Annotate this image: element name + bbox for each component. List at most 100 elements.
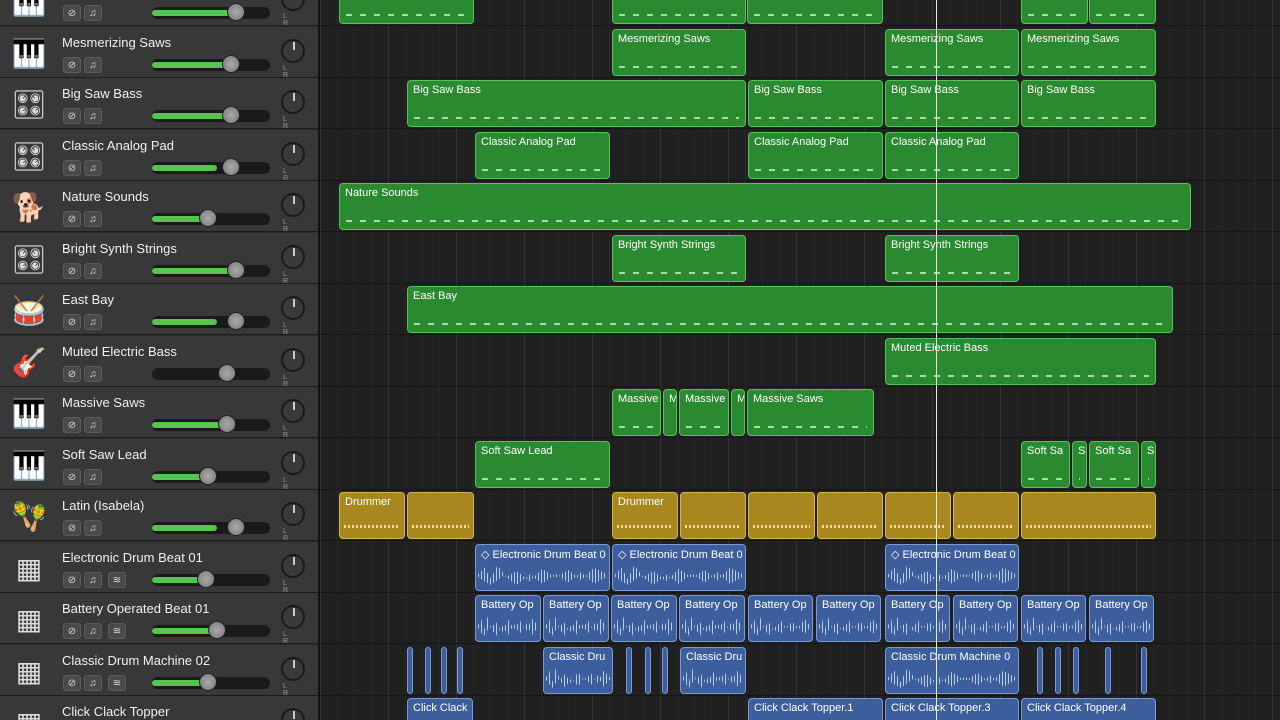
pan-knob[interactable] bbox=[281, 193, 305, 217]
audio-region[interactable]: Click Clack Topper.1 bbox=[748, 698, 883, 720]
mute-button[interactable]: ⊘ bbox=[63, 108, 81, 124]
audio-region[interactable] bbox=[1037, 647, 1043, 694]
audio-region[interactable] bbox=[1055, 647, 1061, 694]
audio-region[interactable]: Click Clack Topper.3 bbox=[885, 698, 1019, 720]
volume-knob[interactable] bbox=[227, 312, 245, 330]
mute-button[interactable]: ⊘ bbox=[63, 263, 81, 279]
track-header[interactable]: ▦ Battery Operated Beat 01 ⊘ ♫ ≋ L R bbox=[0, 593, 318, 645]
mute-button[interactable]: ⊘ bbox=[63, 5, 81, 21]
audio-region[interactable]: Battery Op bbox=[543, 595, 609, 642]
mute-button[interactable]: ⊘ bbox=[63, 623, 81, 639]
drummer-region[interactable] bbox=[1021, 492, 1156, 539]
volume-knob[interactable] bbox=[222, 55, 240, 73]
headphones-icon[interactable]: ♫ bbox=[84, 5, 102, 21]
headphones-icon[interactable]: ♫ bbox=[84, 675, 102, 691]
track-header[interactable]: 🎹 ⊘ ♫ L R bbox=[0, 0, 318, 27]
midi-region[interactable]: Big Saw Bass bbox=[407, 80, 746, 127]
mute-button[interactable]: ⊘ bbox=[63, 675, 81, 691]
mute-button[interactable]: ⊘ bbox=[63, 57, 81, 73]
drummer-region[interactable] bbox=[748, 492, 815, 539]
headphones-icon[interactable]: ♫ bbox=[84, 417, 102, 433]
audio-region[interactable]: Click Clack bbox=[407, 698, 473, 720]
midi-region[interactable]: Soft Sa bbox=[1021, 441, 1070, 488]
midi-region[interactable]: Mesmerizing Saws bbox=[885, 29, 1019, 76]
headphones-icon[interactable]: ♫ bbox=[84, 572, 102, 588]
volume-knob[interactable] bbox=[227, 3, 245, 21]
track-name[interactable]: Massive Saws bbox=[62, 395, 145, 410]
midi-region[interactable]: Classic Analog Pad bbox=[748, 132, 883, 179]
volume-knob[interactable] bbox=[197, 570, 215, 588]
audio-region[interactable] bbox=[626, 647, 632, 694]
midi-region[interactable]: Muted Electric Bass bbox=[885, 338, 1156, 385]
drummer-region[interactable] bbox=[407, 492, 474, 539]
audio-region[interactable]: ◇ Electronic Drum Beat 0 bbox=[475, 544, 610, 591]
volume-knob[interactable] bbox=[218, 415, 236, 433]
playhead[interactable] bbox=[936, 0, 937, 720]
audio-region[interactable]: Battery Op bbox=[475, 595, 541, 642]
audio-region[interactable]: ◇ Electronic Drum Beat 0 bbox=[612, 544, 746, 591]
audio-region[interactable]: Classic Drum Machine 0 bbox=[885, 647, 1019, 694]
midi-region[interactable] bbox=[1021, 0, 1088, 24]
volume-knob[interactable] bbox=[227, 518, 245, 536]
midi-region[interactable]: Massive bbox=[612, 389, 661, 436]
pan-knob[interactable] bbox=[281, 554, 305, 578]
midi-region[interactable]: Classic Analog Pad bbox=[885, 132, 1019, 179]
midi-region[interactable]: Soft Sa bbox=[1089, 441, 1139, 488]
midi-region[interactable]: Mesmerizing Saws bbox=[612, 29, 746, 76]
audio-region[interactable] bbox=[441, 647, 447, 694]
audio-region[interactable]: Battery Op bbox=[748, 595, 813, 642]
volume-slider[interactable] bbox=[152, 368, 270, 380]
pan-knob[interactable] bbox=[281, 502, 305, 526]
arrangement-area[interactable]: Mesmerizing Saws Mesmerizing Saws Mesmeriz… bbox=[320, 0, 1280, 720]
input-monitor-icon[interactable]: ≋ bbox=[108, 675, 126, 691]
track-name[interactable]: Big Saw Bass bbox=[62, 86, 142, 101]
midi-region[interactable]: Mesmerizing Saws bbox=[1021, 29, 1156, 76]
pan-knob[interactable] bbox=[281, 90, 305, 114]
drummer-region[interactable] bbox=[953, 492, 1019, 539]
headphones-icon[interactable]: ♫ bbox=[84, 623, 102, 639]
mute-button[interactable]: ⊘ bbox=[63, 520, 81, 536]
pan-knob[interactable] bbox=[281, 451, 305, 475]
track-lane[interactable] bbox=[320, 542, 1280, 593]
volume-slider[interactable] bbox=[152, 162, 270, 174]
mute-button[interactable]: ⊘ bbox=[63, 314, 81, 330]
track-name[interactable]: Bright Synth Strings bbox=[62, 241, 177, 256]
track-header[interactable]: 🥁 East Bay ⊘ ♫ L R bbox=[0, 284, 318, 336]
audio-region[interactable]: Classic Dru bbox=[543, 647, 613, 694]
track-header[interactable]: 🎛 Bright Synth Strings ⊘ ♫ L R bbox=[0, 233, 318, 285]
midi-region[interactable]: Bright Synth Strings bbox=[885, 235, 1019, 282]
volume-knob[interactable] bbox=[227, 261, 245, 279]
audio-region[interactable]: Click Clack Topper.4 bbox=[1021, 698, 1156, 720]
audio-region[interactable] bbox=[662, 647, 668, 694]
track-lane[interactable] bbox=[320, 645, 1280, 696]
volume-knob[interactable] bbox=[199, 467, 217, 485]
track-name[interactable]: Soft Saw Lead bbox=[62, 447, 147, 462]
track-name[interactable]: Classic Analog Pad bbox=[62, 138, 174, 153]
drummer-region[interactable] bbox=[885, 492, 951, 539]
track-header[interactable]: ▦ Electronic Drum Beat 01 ⊘ ♫ ≋ L R bbox=[0, 542, 318, 594]
track-name[interactable]: Muted Electric Bass bbox=[62, 344, 177, 359]
volume-slider[interactable] bbox=[152, 316, 270, 328]
track-name[interactable]: East Bay bbox=[62, 292, 114, 307]
mute-button[interactable]: ⊘ bbox=[63, 469, 81, 485]
pan-knob[interactable] bbox=[281, 39, 305, 63]
drummer-region[interactable]: Drummer bbox=[612, 492, 678, 539]
volume-knob[interactable] bbox=[222, 158, 240, 176]
audio-region[interactable]: Battery Op bbox=[679, 595, 745, 642]
audio-region[interactable]: Classic Dru bbox=[680, 647, 746, 694]
audio-region[interactable]: Battery Op bbox=[816, 595, 881, 642]
volume-knob[interactable] bbox=[218, 364, 236, 382]
volume-slider[interactable] bbox=[152, 59, 270, 71]
midi-region[interactable] bbox=[339, 0, 474, 24]
track-header[interactable]: 🎛 Classic Analog Pad ⊘ ♫ L R bbox=[0, 130, 318, 182]
track-header[interactable]: 🐕 Nature Sounds ⊘ ♫ L R bbox=[0, 181, 318, 233]
mute-button[interactable]: ⊘ bbox=[63, 160, 81, 176]
track-lane[interactable] bbox=[320, 233, 1280, 284]
volume-slider[interactable] bbox=[152, 522, 270, 534]
pan-knob[interactable] bbox=[281, 142, 305, 166]
volume-slider[interactable] bbox=[152, 110, 270, 122]
pan-knob[interactable] bbox=[281, 348, 305, 372]
track-name[interactable]: Mesmerizing Saws bbox=[62, 35, 171, 50]
audio-region[interactable] bbox=[1073, 647, 1079, 694]
track-name[interactable]: Latin (Isabela) bbox=[62, 498, 144, 513]
